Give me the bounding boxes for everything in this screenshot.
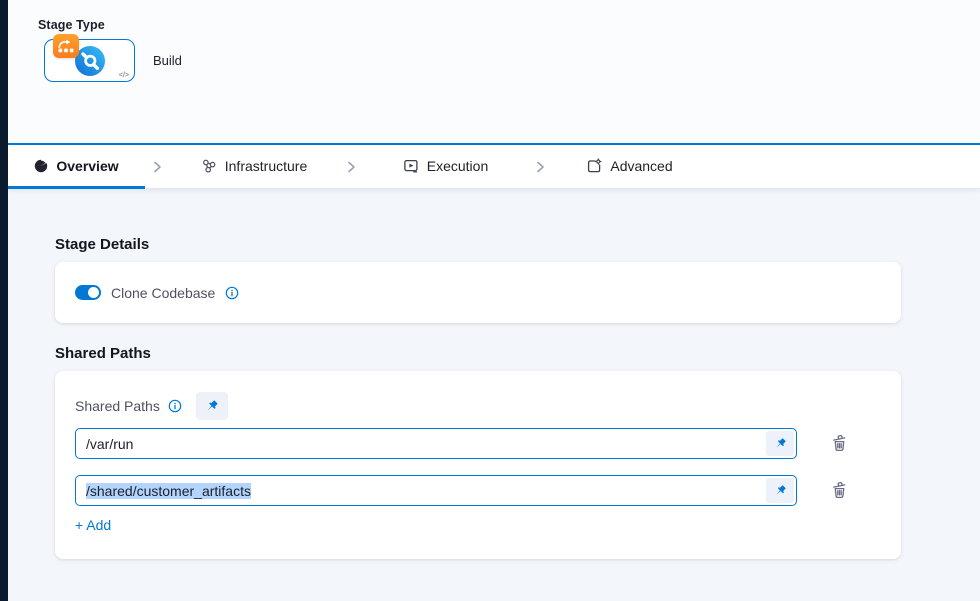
shared-path-input-0[interactable] bbox=[76, 429, 764, 458]
shared-path-input-wrap: /shared/customer_artifacts bbox=[75, 475, 797, 506]
left-nav-strip bbox=[0, 0, 8, 601]
stage-tabs: Overview Infrastructure bbox=[8, 145, 980, 189]
delete-path-button[interactable] bbox=[828, 433, 850, 455]
pin-all-button[interactable] bbox=[196, 392, 228, 420]
shared-paths-heading: Shared Paths bbox=[55, 345, 980, 362]
code-glyph: </> bbox=[119, 72, 129, 79]
build-stage-card[interactable]: </> bbox=[44, 39, 135, 82]
tab-overview-label: Overview bbox=[56, 158, 118, 174]
stage-details-card: Clone Codebase bbox=[55, 262, 901, 323]
chevron-right-icon bbox=[339, 145, 363, 189]
trash-icon bbox=[830, 481, 849, 500]
chevron-right-icon bbox=[528, 145, 552, 189]
shared-path-row: /shared/customer_artifacts bbox=[75, 475, 881, 506]
pin-input-button[interactable] bbox=[766, 431, 794, 456]
stage-type-label: Stage Type bbox=[38, 18, 980, 32]
pin-icon bbox=[770, 481, 790, 501]
stage-details-heading: Stage Details bbox=[55, 236, 980, 253]
shared-path-input-1[interactable]: /shared/customer_artifacts bbox=[76, 476, 764, 505]
clone-codebase-toggle[interactable] bbox=[75, 285, 101, 300]
chevron-right-icon bbox=[145, 145, 169, 189]
stage-type-panel: Stage Type bbox=[8, 0, 980, 145]
pin-icon bbox=[770, 434, 790, 454]
pin-icon bbox=[201, 395, 222, 416]
tab-advanced[interactable]: Advanced bbox=[552, 145, 707, 189]
add-path-button[interactable]: + Add bbox=[75, 517, 111, 533]
tab-infrastructure-label: Infrastructure bbox=[225, 158, 307, 174]
pie-icon bbox=[34, 159, 48, 173]
trash-icon bbox=[830, 434, 849, 453]
nodes-icon bbox=[201, 158, 217, 174]
selected-text: /shared/customer_artifacts bbox=[86, 483, 251, 499]
shared-paths-card: Shared Paths bbox=[55, 371, 901, 559]
tab-execution-label: Execution bbox=[427, 158, 488, 174]
pin-input-button[interactable] bbox=[766, 478, 794, 503]
gear-box-icon bbox=[586, 158, 602, 174]
info-icon[interactable] bbox=[168, 399, 182, 413]
stage-config-panel: Stage Type bbox=[8, 0, 980, 601]
overview-tab-content: Stage Details Clone Codebase Shared Path… bbox=[8, 189, 980, 601]
info-icon[interactable] bbox=[225, 286, 239, 300]
tab-overview[interactable]: Overview bbox=[8, 145, 145, 189]
build-stage-icon bbox=[75, 46, 105, 76]
shared-path-input-wrap bbox=[75, 428, 797, 459]
tab-execution[interactable]: Execution bbox=[363, 145, 528, 189]
tab-infrastructure[interactable]: Infrastructure bbox=[169, 145, 339, 189]
clone-codebase-label: Clone Codebase bbox=[111, 285, 215, 301]
stage-name: Build bbox=[153, 53, 182, 68]
ci-module-badge-icon bbox=[53, 34, 79, 58]
shared-path-row bbox=[75, 428, 881, 459]
delete-path-button[interactable] bbox=[828, 480, 850, 502]
play-box-icon bbox=[403, 158, 419, 174]
tab-advanced-label: Advanced bbox=[610, 158, 672, 174]
shared-paths-field-label: Shared Paths bbox=[75, 398, 160, 414]
